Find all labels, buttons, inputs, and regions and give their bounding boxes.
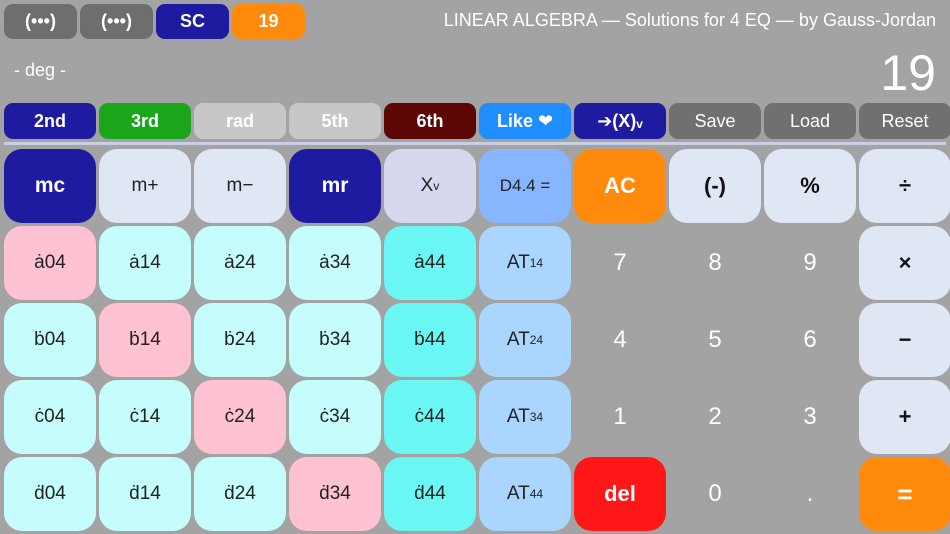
at-24-button[interactable]: AT 24 — [479, 303, 571, 377]
at-44-button[interactable]: AT 44 — [479, 457, 571, 531]
matrix-key-d24[interactable]: ḋ24 — [194, 457, 286, 531]
all-clear-button[interactable]: AC — [574, 149, 666, 223]
at-label: AT — [506, 252, 530, 273]
digit-6-button[interactable]: 6 — [764, 303, 856, 377]
xv-button[interactable]: Xv — [384, 149, 476, 223]
angle-mode-label: - deg - — [14, 60, 67, 80]
decimal-point-button[interactable]: . — [764, 457, 856, 531]
save-button[interactable]: Save — [669, 103, 761, 139]
digit-9-button[interactable]: 9 — [764, 226, 856, 300]
matrix-key-b14[interactable]: ḃ14 — [99, 303, 191, 377]
at-subscript: 14 — [529, 256, 544, 270]
at-subscript: 34 — [529, 410, 544, 424]
matrix-key-b04[interactable]: ḃ04 — [4, 303, 96, 377]
digit-8-button[interactable]: 8 — [669, 226, 761, 300]
matrix-key-a34[interactable]: ȧ34 — [289, 226, 381, 300]
m-plus-button[interactable]: m+ — [99, 149, 191, 223]
matrix-key-b34[interactable]: ḃ34 — [289, 303, 381, 377]
matrix-key-a24[interactable]: ȧ24 — [194, 226, 286, 300]
matrix-key-a04[interactable]: ȧ04 — [4, 226, 96, 300]
sc-button[interactable]: SC — [156, 4, 229, 39]
digit-5-button[interactable]: 5 — [669, 303, 761, 377]
load-button[interactable]: Load — [764, 103, 856, 139]
matrix-key-b24[interactable]: ḃ24 — [194, 303, 286, 377]
digit-3-button[interactable]: 3 — [764, 380, 856, 454]
at-14-button[interactable]: AT 14 — [479, 226, 571, 300]
matrix-key-b44[interactable]: ḃ44 — [384, 303, 476, 377]
mc-button[interactable]: mc — [4, 149, 96, 223]
matrix-key-c04[interactable]: ċ04 — [4, 380, 96, 454]
minus-button[interactable]: − — [859, 303, 950, 377]
at-34-button[interactable]: AT 34 — [479, 380, 571, 454]
reset-button[interactable]: Reset — [859, 103, 950, 139]
rad-button[interactable]: rad — [194, 103, 286, 139]
at-subscript: 24 — [529, 333, 544, 347]
third-function-button[interactable]: 3rd — [99, 103, 191, 139]
m-minus-button[interactable]: m− — [194, 149, 286, 223]
options-button-1[interactable]: (•••) — [4, 4, 77, 39]
at-subscript: 44 — [529, 487, 544, 501]
percent-button[interactable]: % — [764, 149, 856, 223]
matrix-key-d14[interactable]: ḋ14 — [99, 457, 191, 531]
fifth-function-button[interactable]: 5th — [289, 103, 381, 139]
at-label: AT — [506, 329, 530, 350]
digit-0-button[interactable]: 0 — [669, 457, 761, 531]
divide-button[interactable]: ÷ — [859, 149, 950, 223]
delete-button[interactable]: del — [574, 457, 666, 531]
d44-button[interactable]: D4.4 = — [479, 149, 571, 223]
xv-subscript: v — [433, 179, 440, 193]
second-function-button[interactable]: 2nd — [4, 103, 96, 139]
equals-button[interactable]: = — [859, 457, 950, 531]
digit-4-button[interactable]: 4 — [574, 303, 666, 377]
matrix-key-d44[interactable]: ḋ44 — [384, 457, 476, 531]
matrix-key-d04[interactable]: ḋ04 — [4, 457, 96, 531]
matrix-key-c24[interactable]: ċ24 — [194, 380, 286, 454]
at-label: AT — [506, 483, 530, 504]
matrix-key-d34[interactable]: ḋ34 — [289, 457, 381, 531]
multiply-button[interactable]: × — [859, 226, 950, 300]
like-button[interactable]: Like ❤ — [479, 103, 571, 139]
matrix-key-c14[interactable]: ċ14 — [99, 380, 191, 454]
store-x-button[interactable]: ➔(X)ᵥ — [574, 103, 666, 139]
result-display: 19 — [880, 45, 936, 101]
digit-7-button[interactable]: 7 — [574, 226, 666, 300]
sixth-function-button[interactable]: 6th — [384, 103, 476, 139]
app-title: LINEAR ALGEBRA — Solutions for 4 EQ — by… — [443, 10, 936, 30]
plus-button[interactable]: + — [859, 380, 950, 454]
mr-button[interactable]: mr — [289, 149, 381, 223]
options-button-2[interactable]: (•••) — [80, 4, 153, 39]
digit-1-button[interactable]: 1 — [574, 380, 666, 454]
at-label: AT — [506, 406, 530, 427]
matrix-key-c34[interactable]: ċ34 — [289, 380, 381, 454]
memory-count-button[interactable]: 19 — [232, 4, 305, 39]
matrix-key-a44[interactable]: ȧ44 — [384, 226, 476, 300]
divider — [4, 142, 946, 145]
matrix-key-c44[interactable]: ċ44 — [384, 380, 476, 454]
matrix-key-a14[interactable]: ȧ14 — [99, 226, 191, 300]
negate-button[interactable]: (-) — [669, 149, 761, 223]
digit-2-button[interactable]: 2 — [669, 380, 761, 454]
xv-label: X — [420, 175, 434, 196]
